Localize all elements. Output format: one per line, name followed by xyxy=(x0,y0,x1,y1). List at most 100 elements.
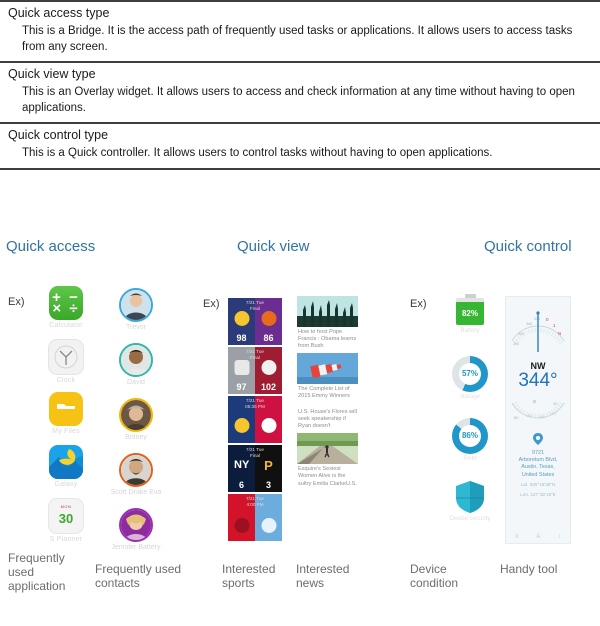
contact-item-david[interactable]: David xyxy=(103,342,169,396)
ring-gauge-icon: 57% xyxy=(452,355,488,392)
device-widget-security[interactable]: Device security xyxy=(440,480,500,542)
sport-card-header: 7/21 Tue Final xyxy=(228,300,282,312)
sport-score-card[interactable]: 7/21 Tue 4:00 PM xyxy=(228,493,282,541)
address-city: Austin, Texas, xyxy=(521,464,555,471)
svg-text:170: 170 xyxy=(550,412,556,416)
compass-dial-icon: 330 340 350 0 1 N 300 xyxy=(511,310,565,352)
team-logo-icon xyxy=(234,310,249,326)
address-street: Arboretum Blvd, xyxy=(518,456,558,463)
sport-score-card[interactable]: 7/21 Tue Final 97 102 xyxy=(228,346,282,394)
team-score: 98 xyxy=(236,332,247,343)
sport-score-card[interactable]: 7/21 Tue Final 98 86 xyxy=(228,297,282,345)
sport-score-card[interactable]: 7/21 Tue Final NY 6 P 3 xyxy=(228,444,282,492)
team-logo-icon xyxy=(234,517,249,533)
interested-news-column: How to host Pope Francis : Obama learns … xyxy=(297,295,358,491)
runner-road-photo xyxy=(297,433,358,465)
news-item[interactable]: The Complete List of 2015 Emmy Winners xyxy=(297,353,358,400)
examples-area: Ex) Ex) Ex) + − × ÷ Calculator Clock My … xyxy=(0,274,600,604)
interested-sports-column: 7/21 Tue Final 98 86 7/21 Tue Final 97 1… xyxy=(228,297,282,543)
compass-direction: NW xyxy=(530,360,546,371)
svg-text:30: 30 xyxy=(553,401,558,406)
sport-card-status: Final xyxy=(250,354,260,360)
menu-icon[interactable]: ≡ xyxy=(515,534,519,540)
caption-frequent-contacts: Frequently used contacts xyxy=(95,561,182,590)
app-item-calculator[interactable]: + − × ÷ Calculator xyxy=(35,285,97,339)
row-title: Quick view type xyxy=(8,67,96,81)
news-item[interactable]: Esquire's Sexiest Women Alive is the sul… xyxy=(297,433,358,488)
contact-item-trevor[interactable]: Trevor xyxy=(103,287,169,341)
device-widget-label: Device security xyxy=(449,515,491,522)
calendar-icon: MON 30 xyxy=(48,497,84,534)
contact-item-scott-drake-eva[interactable]: Scott Drake Eva xyxy=(103,452,169,506)
row-description: This is an Overlay widget. It allows use… xyxy=(22,86,575,114)
compass-toolbar: ≡ A ↕ xyxy=(506,534,570,540)
svg-text:150: 150 xyxy=(526,414,532,418)
team-score: 6 xyxy=(238,479,244,490)
battery-icon: 82% xyxy=(456,293,484,326)
device-widget-ram[interactable]: 86% RAM xyxy=(440,417,500,480)
device-widget-battery[interactable]: 82% Battery xyxy=(440,293,500,356)
team-logo-icon xyxy=(261,417,276,433)
heading-quick-view: Quick view xyxy=(237,237,310,255)
svg-text:330: 330 xyxy=(518,332,524,336)
device-condition-column: 82% Battery 57% storage 86% RAM Device s… xyxy=(440,293,500,542)
coordinate-latitude: Lat. 030°15'38"N xyxy=(520,482,556,488)
sport-card-header: 7/21 Tue 4:00 PM xyxy=(228,496,282,508)
avatar xyxy=(119,452,153,487)
svg-text:0: 0 xyxy=(546,317,549,322)
device-widget-label: storage xyxy=(459,393,480,400)
app-item-my-files[interactable]: My Files xyxy=(35,391,97,445)
sport-score-card[interactable]: 7/21 Tue 05:35 PM xyxy=(228,395,282,443)
compass-widget[interactable]: 330 340 350 0 1 N 300 NW 344° S 30 60 15… xyxy=(505,295,571,544)
team-logo-icon xyxy=(234,417,249,433)
text-size-icon[interactable]: A xyxy=(536,534,540,540)
sport-card-header: 7/21 Tue 05:35 PM xyxy=(228,398,282,410)
frequent-apps-column: + − × ÷ Calculator Clock My Files Galaxy… xyxy=(35,285,97,551)
sport-card-status: Final xyxy=(250,452,260,458)
example-label-control: Ex) xyxy=(410,297,427,310)
caption-device-condition: Device condition xyxy=(410,561,459,590)
crowd-hands-photo xyxy=(297,295,358,327)
svg-text:350: 350 xyxy=(534,317,540,321)
device-widget-label: RAM xyxy=(463,455,477,462)
device-widget-storage[interactable]: 57% storage xyxy=(440,355,500,418)
sport-card-status: 05:35 PM xyxy=(245,403,265,409)
ring-gauge-icon: 86% xyxy=(452,417,488,454)
row-description: This is a Bridge. It is the access path … xyxy=(22,25,573,53)
app-item-clock[interactable]: Clock xyxy=(35,338,97,392)
calendar-day-number: 30 xyxy=(58,511,74,526)
contact-item-britney[interactable]: Britney xyxy=(103,397,169,451)
svg-text:300: 300 xyxy=(513,342,519,346)
altitude-icon[interactable]: ↕ xyxy=(558,534,561,540)
ram-percent: 86% xyxy=(461,431,478,440)
team-logo-icon: P xyxy=(264,457,273,473)
news-headline: Esquire's Sexiest Women Alive is the sul… xyxy=(298,466,357,487)
team-logo-icon: NY xyxy=(234,458,250,471)
news-item[interactable]: U.S. House's Flores will seek speakershi… xyxy=(297,404,358,431)
caption-handy-tool: Handy tool xyxy=(500,561,558,576)
news-headline: How to host Pope Francis : Obama learns … xyxy=(298,328,357,349)
contact-item-jennifer-battery[interactable]: Jennifer Battery xyxy=(103,507,169,561)
app-label: Galaxy xyxy=(54,480,78,488)
section-headings: Quick access Quick view Quick control xyxy=(0,214,600,274)
app-item-s-planner[interactable]: MON 30 S Planner xyxy=(35,497,97,551)
sport-card-header: 7/21 Tue Final xyxy=(228,447,282,459)
compass-lower-dial-icon: S 30 60 150 160 170 xyxy=(511,399,565,420)
svg-text:N: N xyxy=(558,331,561,336)
frequent-contacts-column: Trevor David Britney Scott Drake Eva Jen… xyxy=(103,286,169,561)
svg-text:1: 1 xyxy=(553,323,556,328)
table-row: Quick control type This is a Quick contr… xyxy=(0,122,600,170)
windsock-photo xyxy=(297,353,358,385)
caption-frequent-apps: Frequently used application xyxy=(8,550,66,593)
news-headline: U.S. House's Flores will seek speakershi… xyxy=(298,408,357,429)
sport-card-header: 7/21 Tue Final xyxy=(228,349,282,361)
device-widget-label: Battery xyxy=(460,327,480,334)
map-pin-icon xyxy=(533,432,543,445)
example-label-view: Ex) xyxy=(203,297,220,310)
team-logo-icon xyxy=(261,517,276,533)
app-item-galaxy[interactable]: Galaxy xyxy=(35,444,97,498)
news-headline: The Complete List of 2015 Emmy Winners xyxy=(298,386,350,400)
contact-label: Scott Drake Eva xyxy=(110,488,162,496)
news-item[interactable]: How to host Pope Francis : Obama learns … xyxy=(297,295,358,351)
app-label: Clock xyxy=(56,376,76,384)
